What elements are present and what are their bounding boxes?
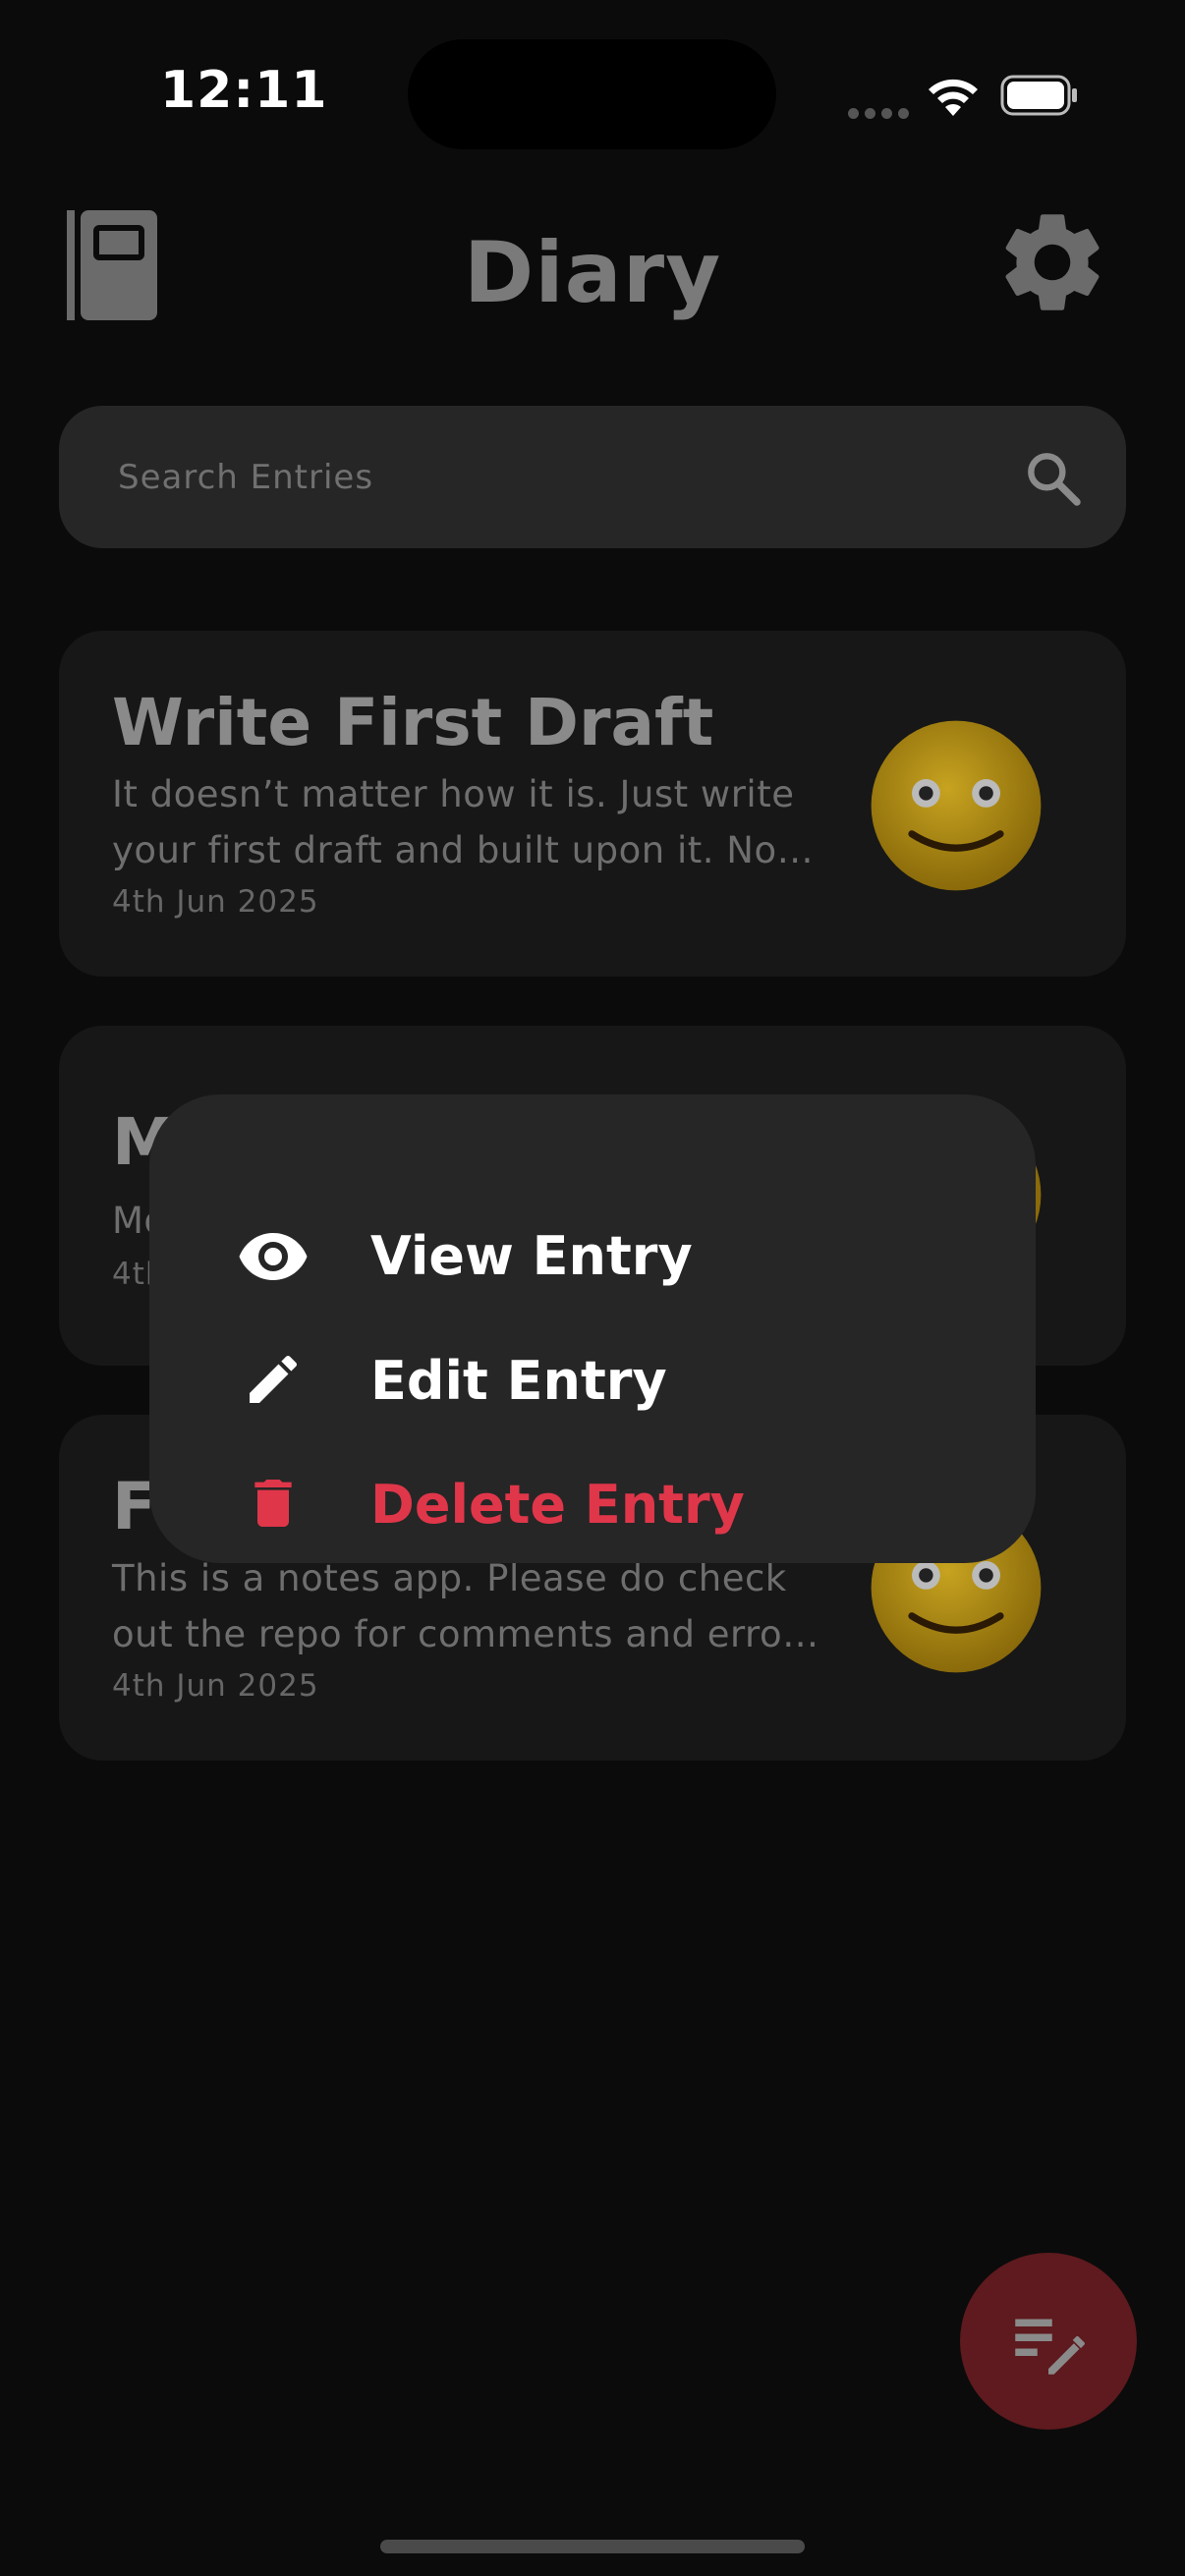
search-icon[interactable] — [1022, 447, 1085, 510]
gear-icon[interactable] — [992, 202, 1112, 322]
entry-date: 4th Jun 2025 — [112, 1668, 319, 1704]
status-time: 12:11 — [160, 61, 328, 120]
app-header: Diary — [0, 196, 1185, 344]
eye-icon — [239, 1233, 308, 1280]
entry-excerpt: It doesn’t matter how it is. Just write … — [112, 766, 878, 878]
entry-context-menu: View Entry Edit Entry Delete Entry — [149, 1094, 1036, 1563]
search-bar[interactable]: Search Entries — [59, 406, 1126, 548]
entry-excerpt: This is a notes app. Please do check out… — [112, 1550, 878, 1662]
trash-icon — [254, 1480, 292, 1527]
edit-entry-label: Edit Entry — [370, 1350, 667, 1412]
view-entry-button[interactable]: View Entry — [238, 1205, 985, 1304]
entry-date: 4th Jun 2025 — [112, 884, 319, 920]
new-note-icon — [1015, 2319, 1085, 2375]
signal-icon — [848, 104, 915, 123]
entry-excerpt-line: It doesn’t matter how it is. Just write — [112, 773, 795, 815]
entry-card[interactable]: Write First Draft It doesn’t matter how … — [59, 631, 1126, 977]
smiley-emoji-icon — [871, 720, 1042, 891]
home-indicator[interactable] — [380, 2540, 805, 2553]
view-entry-label: View Entry — [370, 1225, 693, 1287]
status-bar: 12:11 — [0, 0, 1185, 196]
delete-entry-button[interactable]: Delete Entry — [238, 1454, 985, 1552]
delete-entry-label: Delete Entry — [370, 1474, 745, 1536]
edit-entry-button[interactable]: Edit Entry — [238, 1330, 985, 1428]
entry-excerpt-line: out the repo for comments and erro… — [112, 1613, 819, 1655]
entry-title: Write First Draft — [112, 685, 714, 760]
search-placeholder[interactable]: Search Entries — [118, 458, 373, 497]
entry-excerpt-line: your first draft and built upon it. No… — [112, 829, 815, 871]
dynamic-island — [408, 39, 776, 149]
wifi-icon — [929, 79, 978, 116]
battery-icon — [1000, 75, 1077, 116]
pencil-icon — [250, 1355, 298, 1403]
new-entry-fab[interactable] — [960, 2253, 1137, 2430]
